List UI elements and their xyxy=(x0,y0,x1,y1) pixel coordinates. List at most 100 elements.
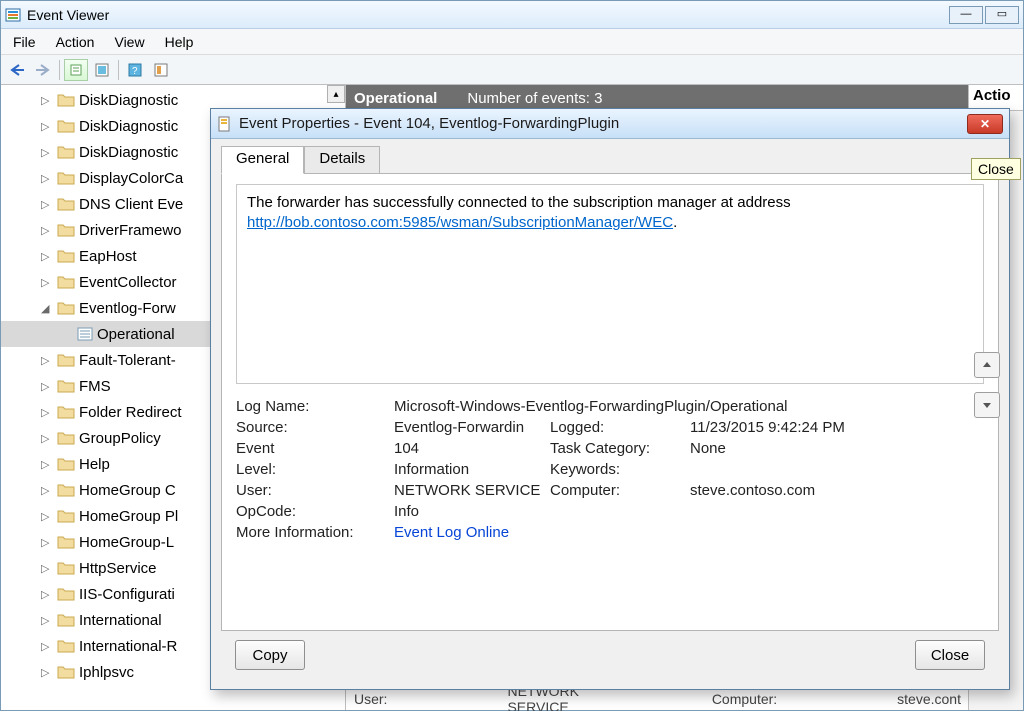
folder-icon xyxy=(57,639,75,653)
folder-icon xyxy=(57,119,75,133)
tab-strip: General Details xyxy=(221,145,999,173)
minimize-button[interactable]: — xyxy=(949,6,983,24)
expander-icon[interactable]: ▷ xyxy=(41,510,57,523)
label-source: Source: xyxy=(236,419,394,436)
tab-details[interactable]: Details xyxy=(304,146,380,174)
menu-file[interactable]: File xyxy=(5,32,44,52)
event-description[interactable]: The forwarder has successfully connected… xyxy=(236,184,984,384)
label-logged: Logged: xyxy=(550,419,690,436)
log-icon xyxy=(77,327,93,341)
prev-event-button[interactable] xyxy=(974,352,1000,378)
label-keywords: Keywords: xyxy=(550,461,690,478)
forward-button[interactable] xyxy=(31,59,55,81)
folder-icon xyxy=(57,509,75,523)
event-properties-grid: Log Name: Microsoft-Windows-Eventlog-For… xyxy=(236,398,984,541)
tree-item-label: Help xyxy=(79,456,110,473)
folder-icon xyxy=(57,275,75,289)
expander-icon[interactable]: ▷ xyxy=(41,172,57,185)
menu-view[interactable]: View xyxy=(106,32,152,52)
properties-button[interactable] xyxy=(64,59,88,81)
export-button[interactable] xyxy=(149,59,173,81)
svg-text:?: ? xyxy=(132,66,138,77)
label-user: User: xyxy=(236,482,394,499)
folder-icon xyxy=(57,561,75,575)
expander-icon[interactable]: ▷ xyxy=(41,354,57,367)
expander-icon[interactable]: ▷ xyxy=(41,224,57,237)
label-log-name: Log Name: xyxy=(236,398,394,415)
tab-panel-general: The forwarder has successfully connected… xyxy=(221,173,999,631)
folder-icon xyxy=(57,665,75,679)
window-title: Event Viewer xyxy=(27,7,109,23)
value-logged: 11/23/2015 9:42:24 PM xyxy=(690,419,984,436)
folder-icon xyxy=(57,535,75,549)
maximize-button[interactable]: ▭ xyxy=(985,6,1019,24)
help-button[interactable]: ? xyxy=(123,59,147,81)
menu-help[interactable]: Help xyxy=(157,32,202,52)
expander-icon[interactable]: ▷ xyxy=(41,640,57,653)
label-task-category: Task Category: xyxy=(550,440,690,457)
refresh-button[interactable] xyxy=(90,59,114,81)
tree-scroll-up[interactable]: ▴ xyxy=(327,85,345,103)
folder-icon xyxy=(57,353,75,367)
expander-icon[interactable]: ▷ xyxy=(41,588,57,601)
label-computer: Computer: xyxy=(550,482,690,499)
expander-icon[interactable]: ▷ xyxy=(41,250,57,263)
folder-icon xyxy=(57,145,75,159)
expander-icon[interactable]: ▷ xyxy=(41,380,57,393)
titlebar: Event Viewer — ▭ xyxy=(1,1,1023,29)
dialog-close-button[interactable]: ✕ xyxy=(967,114,1003,134)
folder-icon xyxy=(57,223,75,237)
tree-item-label: Folder Redirect xyxy=(79,404,182,421)
value-keywords xyxy=(690,461,984,478)
expander-icon[interactable]: ▷ xyxy=(41,562,57,575)
expander-icon[interactable]: ▷ xyxy=(41,432,57,445)
dialog-titlebar: Event Properties - Event 104, Eventlog-F… xyxy=(211,109,1009,139)
close-tooltip: Close xyxy=(971,158,1021,180)
subscription-manager-link[interactable]: http://bob.contoso.com:5985/wsman/Subscr… xyxy=(247,214,673,231)
close-button[interactable]: Close xyxy=(915,640,985,670)
expander-icon[interactable]: ◢ xyxy=(41,302,57,315)
tree-item-label: International-R xyxy=(79,638,177,655)
label-event-id: Event xyxy=(236,440,394,457)
expander-icon[interactable]: ▷ xyxy=(41,614,57,627)
tree-item-label: FMS xyxy=(79,378,111,395)
folder-icon xyxy=(57,483,75,497)
expander-icon[interactable]: ▷ xyxy=(41,458,57,471)
expander-icon[interactable]: ▷ xyxy=(41,406,57,419)
expander-icon[interactable]: ▷ xyxy=(41,536,57,549)
value-user: NETWORK SERVICE xyxy=(394,482,550,499)
dialog-title: Event Properties - Event 104, Eventlog-F… xyxy=(239,115,619,132)
tab-general[interactable]: General xyxy=(221,146,304,174)
label-opcode: OpCode: xyxy=(236,503,394,520)
tree-item-label: Iphlpsvc xyxy=(79,664,134,681)
expander-icon[interactable]: ▷ xyxy=(41,146,57,159)
tree-item-label: EapHost xyxy=(79,248,137,265)
link-event-log-online[interactable]: Event Log Online xyxy=(394,524,984,541)
tree-item-label: HttpService xyxy=(79,560,157,577)
label-level: Level: xyxy=(236,461,394,478)
menu-action[interactable]: Action xyxy=(48,32,103,52)
folder-icon xyxy=(57,197,75,211)
copy-button[interactable]: Copy xyxy=(235,640,305,670)
expander-icon[interactable]: ▷ xyxy=(41,198,57,211)
menubar: File Action View Help xyxy=(1,29,1023,55)
folder-icon xyxy=(57,171,75,185)
tree-item-label: Fault-Tolerant- xyxy=(79,352,176,369)
tree-item-label: HomeGroup Pl xyxy=(79,508,178,525)
tree-item-label: IIS-Configurati xyxy=(79,586,175,603)
expander-icon[interactable]: ▷ xyxy=(41,484,57,497)
folder-icon xyxy=(57,431,75,445)
expander-icon[interactable]: ▷ xyxy=(41,666,57,679)
tree-item-label: HomeGroup-L xyxy=(79,534,174,551)
tree-item-label: Eventlog-Forw xyxy=(79,300,176,317)
tree-item-label: DiskDiagnostic xyxy=(79,144,178,161)
back-button[interactable] xyxy=(5,59,29,81)
label-more-info: More Information: xyxy=(236,524,394,541)
folder-icon xyxy=(57,613,75,627)
expander-icon[interactable]: ▷ xyxy=(41,120,57,133)
value-level: Information xyxy=(394,461,550,478)
expander-icon[interactable]: ▷ xyxy=(41,94,57,107)
expander-icon[interactable]: ▷ xyxy=(41,276,57,289)
next-event-button[interactable] xyxy=(974,392,1000,418)
tree-item-label: GroupPolicy xyxy=(79,430,161,447)
